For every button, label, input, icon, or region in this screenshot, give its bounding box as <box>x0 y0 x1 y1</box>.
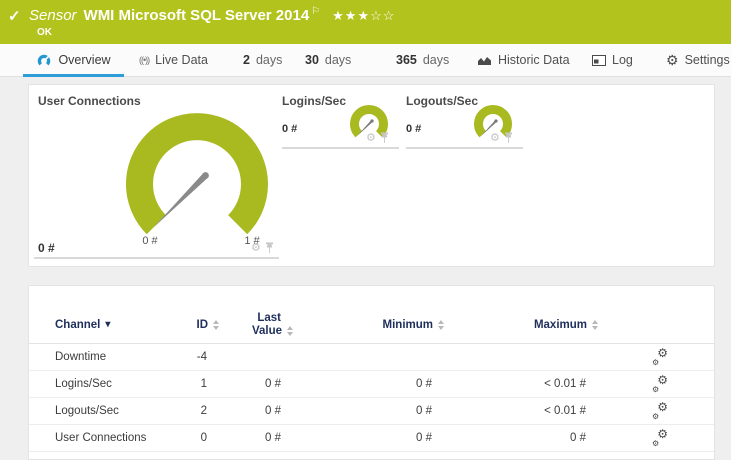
main-gauge-title: User Connections <box>38 94 141 108</box>
tab-overview-label: Overview <box>58 53 111 67</box>
channel-minimum: 0 # <box>416 432 432 444</box>
tab-365-days-word: days <box>422 53 450 67</box>
channel-id: 1 <box>200 378 207 390</box>
column-header-last-value[interactable]: Last Value <box>207 311 293 338</box>
channel-settings-gears-icon[interactable]: ⚙ ⚙ <box>652 427 668 448</box>
main-gauge-toolbar: ⚙ <box>251 242 274 254</box>
column-header-minimum-label: Minimum <box>382 318 433 331</box>
log-window-icon <box>592 54 606 66</box>
channel-minimum: 0 # <box>416 405 432 417</box>
table-row: User Connections 0 0 # 0 # 0 # ⚙ ⚙ <box>29 425 714 452</box>
logouts-gauge-toolbar: ⚙ <box>490 132 513 144</box>
tab-settings[interactable]: ⚙ Settings <box>666 44 730 76</box>
tab-365-days-number: 365 <box>396 53 417 67</box>
sensor-title-line: Sensor WMI Microsoft SQL Server 2014 ⚐ ★★★☆… <box>29 6 395 24</box>
channel-settings-gears-icon[interactable]: ⚙ ⚙ <box>652 346 668 367</box>
tab-log[interactable]: Log <box>592 44 633 76</box>
logins-gauge-divider <box>282 147 399 149</box>
table-row: Logouts/Sec 2 0 # 0 # < 0.01 # ⚙ ⚙ <box>29 398 714 425</box>
channel-name[interactable]: Logins/Sec <box>55 378 169 390</box>
active-tab-underline <box>23 74 124 77</box>
sort-arrows-icon <box>592 319 598 330</box>
column-header-minimum[interactable]: Minimum <box>281 318 444 331</box>
main-gauge-divider <box>34 257 279 259</box>
table-row: Downtime -4 ⚙ ⚙ <box>29 344 714 371</box>
channel-name[interactable]: User Connections <box>55 432 169 444</box>
pin-icon[interactable] <box>504 132 513 144</box>
channel-maximum: < 0.01 # <box>544 405 586 417</box>
gear-icon: ⚙ <box>666 52 679 68</box>
gauge-settings-gear-icon[interactable]: ⚙ <box>490 133 500 144</box>
column-header-maximum[interactable]: Maximum <box>432 318 598 331</box>
table-header-row: Channel ▾ ID Last Value Minimum Maximum <box>29 306 714 344</box>
tab-overview[interactable]: Overview <box>23 44 124 77</box>
gauge-icon <box>38 54 51 66</box>
channel-id: -4 <box>196 351 207 363</box>
channel-maximum: < 0.01 # <box>544 378 586 390</box>
column-header-maximum-label: Maximum <box>533 318 587 331</box>
object-kind-label: Sensor <box>29 7 77 24</box>
channel-last-value: 0 # <box>265 378 281 390</box>
gauge-settings-gear-icon[interactable]: ⚙ <box>251 243 261 254</box>
tab-2-days[interactable]: 2 days <box>243 44 282 76</box>
tab-live-data-label: Live Data <box>155 53 208 67</box>
main-gauge-scale-min: 0 # <box>142 235 158 247</box>
channel-id: 2 <box>200 405 207 417</box>
logins-gauge-value: 0 # <box>282 123 298 135</box>
channel-name[interactable]: Downtime <box>55 351 169 363</box>
tab-30-days-word: days <box>324 53 352 67</box>
main-gauge-value: 0 # <box>38 241 55 255</box>
tab-2-days-number: 2 <box>243 53 250 67</box>
tab-30-days-number: 30 <box>305 53 319 67</box>
channel-settings-gears-icon[interactable]: ⚙ ⚙ <box>652 373 668 394</box>
priority-flag-icon[interactable]: ⚐ <box>311 6 320 17</box>
column-header-id[interactable]: ID <box>169 319 219 331</box>
area-chart-icon <box>478 57 491 65</box>
gauge-settings-gear-icon[interactable]: ⚙ <box>366 133 376 144</box>
tab-live-data[interactable]: ((•)) Live Data <box>139 44 208 76</box>
logouts-gauge-value: 0 # <box>406 123 422 135</box>
status-badge: OK <box>37 27 52 38</box>
tab-2-days-word: days <box>255 53 283 67</box>
tab-365-days[interactable]: 365 days <box>396 44 449 76</box>
broadcast-icon: ((•)) <box>139 55 150 65</box>
channel-minimum: 0 # <box>416 378 432 390</box>
channel-settings-gears-icon[interactable]: ⚙ ⚙ <box>652 400 668 421</box>
page-title: WMI Microsoft SQL Server 2014 <box>83 7 310 24</box>
logouts-gauge-divider <box>406 147 523 149</box>
channel-maximum: 0 # <box>570 432 586 444</box>
sensor-status-header: ✓ Sensor WMI Microsoft SQL Server 2014 ⚐ ★★… <box>0 0 731 44</box>
table-row: Logins/Sec 1 0 # 0 # < 0.01 # ⚙ ⚙ <box>29 371 714 398</box>
column-header-value-label: Value <box>251 324 282 337</box>
channel-id: 0 <box>200 432 207 444</box>
tab-settings-label: Settings <box>684 53 730 67</box>
logins-gauge-toolbar: ⚙ <box>366 132 389 144</box>
channel-name[interactable]: Logouts/Sec <box>55 405 169 417</box>
channels-table-panel: Channel ▾ ID Last Value Minimum Maximum <box>28 285 715 460</box>
gauge-needle <box>153 173 208 228</box>
pin-icon[interactable] <box>265 242 274 254</box>
channel-last-value: 0 # <box>265 405 281 417</box>
column-header-channel-label: Channel <box>55 318 101 331</box>
column-header-channel[interactable]: Channel ▾ <box>55 319 169 331</box>
tab-log-label: Log <box>612 53 633 67</box>
pin-icon[interactable] <box>380 132 389 144</box>
status-ok-check-icon: ✓ <box>8 8 21 25</box>
tab-30-days[interactable]: 30 days <box>305 44 351 76</box>
gauges-panel: User Connections 0 # 1 # 0 # ⚙ Logins/Se… <box>28 84 715 267</box>
column-header-last-label: Last <box>257 311 281 324</box>
tab-bar: Overview ((•)) Live Data 2 days 30 days … <box>0 44 731 77</box>
tab-historic-data[interactable]: Historic Data <box>477 44 570 76</box>
logins-gauge-title: Logins/Sec <box>282 94 347 108</box>
tab-historic-data-label: Historic Data <box>498 53 570 67</box>
channel-last-value: 0 # <box>265 432 281 444</box>
priority-stars[interactable]: ★★★☆☆ <box>332 8 395 23</box>
logouts-gauge-title: Logouts/Sec <box>406 94 479 108</box>
sort-caret-down-icon: ▾ <box>105 319 111 330</box>
